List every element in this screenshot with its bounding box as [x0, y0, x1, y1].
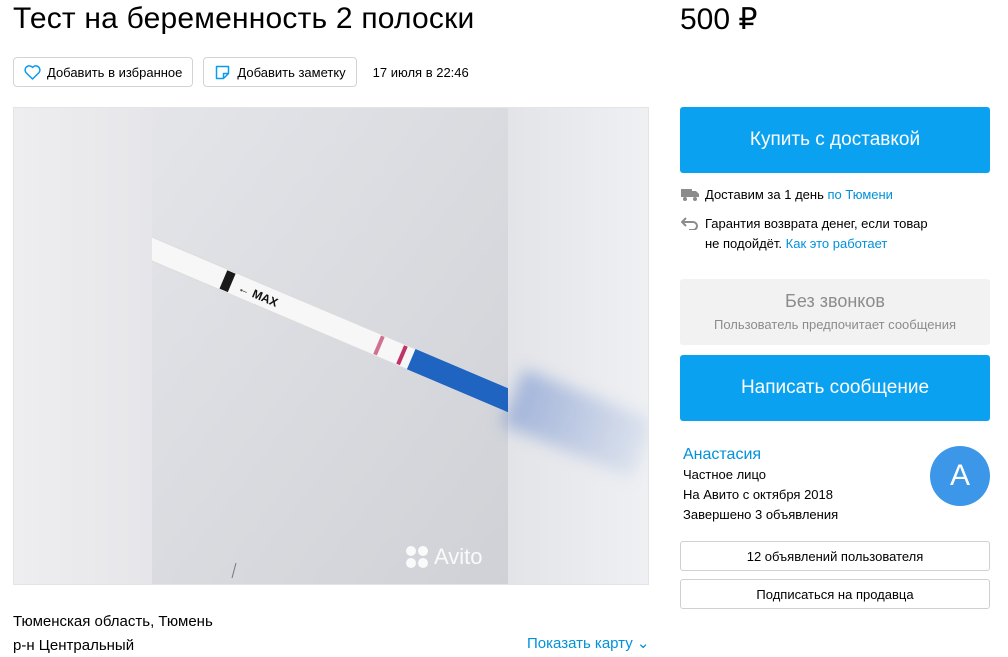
- truck-icon: [680, 185, 700, 205]
- seller-info: Анастасия Частное лицо На Авито с октябр…: [683, 445, 838, 525]
- photo-gallery[interactable]: ← MAX Avito: [13, 107, 649, 585]
- listing-photo[interactable]: ← MAX: [152, 108, 510, 584]
- seller-avatar[interactable]: А: [930, 446, 990, 506]
- avito-logo-icon: [406, 546, 428, 568]
- listing-actions: Добавить в избранное Добавить заметку 17…: [13, 57, 469, 87]
- no-calls-subtitle: Пользователь предпочитает сообщения: [713, 317, 956, 332]
- location-district: р-н Центральный: [13, 637, 135, 654]
- price: 500 ₽: [680, 3, 758, 36]
- avito-watermark: Avito: [406, 544, 483, 570]
- note-icon: [213, 63, 231, 81]
- gallery-blur-right: [508, 108, 648, 584]
- write-message-button[interactable]: Написать сообщение: [680, 355, 990, 421]
- listing-date: 17 июля в 22:46: [372, 64, 469, 80]
- add-to-favorites-label: Добавить в избранное: [47, 64, 183, 80]
- delivery-text: Доставим за 1 день: [705, 187, 828, 202]
- watermark-text: Avito: [434, 544, 483, 569]
- page-title: Тест на беременность 2 полоски: [13, 2, 475, 35]
- location: Тюменская область, Тюмень р-н Центральны…: [13, 610, 213, 657]
- test-strip-illustration: ← MAX: [152, 108, 510, 584]
- guarantee-text-line1: Гарантия возврата денег, если товар: [705, 216, 928, 231]
- location-region: Тюменская область, Тюмень: [13, 613, 213, 630]
- seller-completed-ads: Завершено 3 объявления: [683, 507, 839, 522]
- guarantee-text-line2: не подойдёт.: [705, 236, 786, 251]
- seller-type: Частное лицо: [683, 467, 766, 482]
- add-to-favorites-button[interactable]: Добавить в избранное: [13, 57, 194, 87]
- how-it-works-link[interactable]: Как это работает: [786, 236, 888, 251]
- seller-since: На Авито с октября 2018: [683, 487, 833, 502]
- show-map-link[interactable]: Показать карту ⌄: [527, 634, 649, 652]
- seller-name-link[interactable]: Анастасия: [683, 445, 838, 465]
- gallery-blur-left: [14, 108, 152, 584]
- delivery-city-link[interactable]: по Тюмени: [827, 187, 892, 202]
- seller-ads-button[interactable]: 12 объявлений пользователя: [680, 541, 990, 571]
- no-calls-title: Без звонков: [785, 291, 885, 311]
- add-note-button[interactable]: Добавить заметку: [203, 57, 357, 87]
- add-note-label: Добавить заметку: [237, 64, 346, 80]
- return-arrow-icon: [680, 214, 700, 254]
- subscribe-seller-button[interactable]: Подписаться на продавца: [680, 579, 990, 609]
- no-calls-notice: Без звонков Пользователь предпочитает со…: [680, 279, 990, 345]
- delivery-info: Доставим за 1 день по Тюмени: [680, 185, 893, 205]
- guarantee-info: Гарантия возврата денег, если товар не п…: [680, 214, 928, 254]
- buy-with-delivery-button[interactable]: Купить с доставкой: [680, 107, 990, 173]
- heart-icon: [23, 63, 41, 81]
